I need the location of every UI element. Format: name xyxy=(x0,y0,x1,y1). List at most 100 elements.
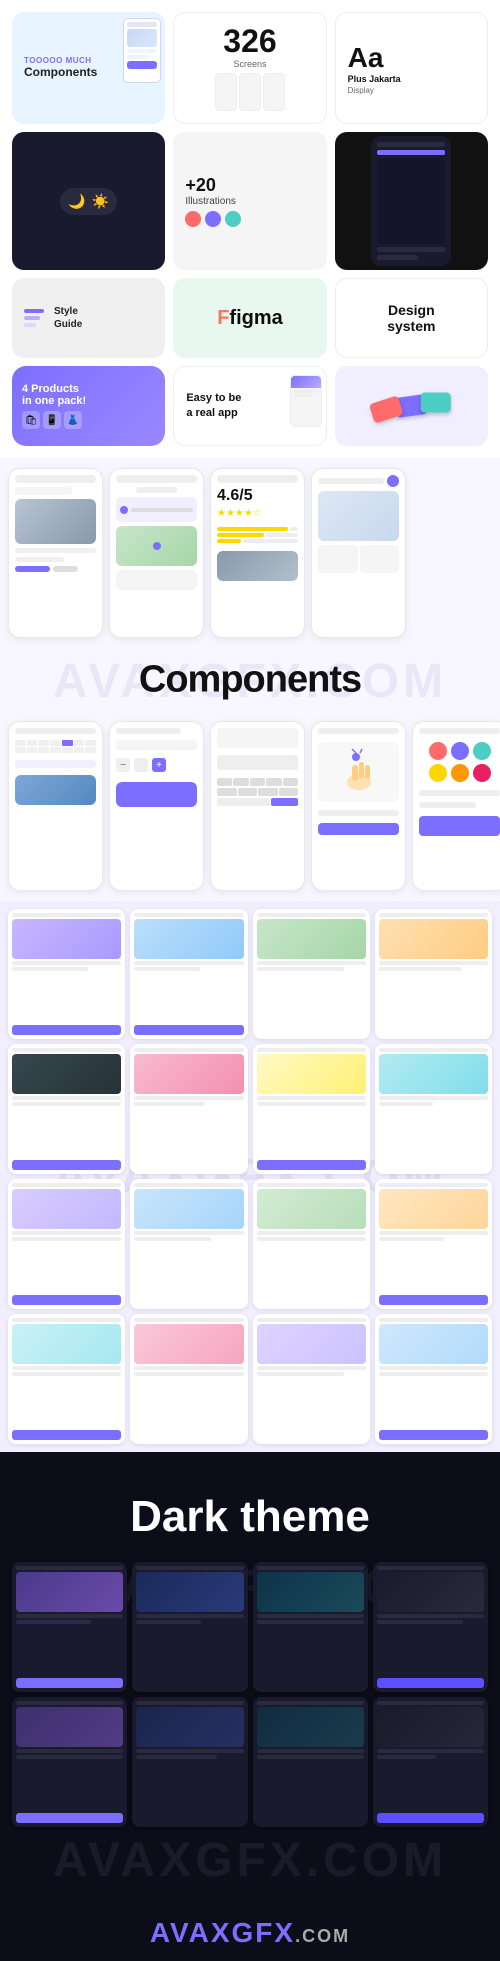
cal-day xyxy=(50,747,61,753)
dp-img xyxy=(16,1707,123,1747)
real-app-card: Easy to bea real app xyxy=(173,366,326,446)
phone-deco xyxy=(263,73,285,111)
sg-bar xyxy=(134,1048,243,1052)
mp-stars: ★★★★☆ xyxy=(217,508,298,519)
sg-bar xyxy=(257,1048,366,1052)
mp-price-disp xyxy=(116,740,197,750)
mp-calendar xyxy=(15,740,96,753)
sg-bar xyxy=(257,1366,366,1370)
avatar-circle xyxy=(429,742,447,760)
sg-bar xyxy=(379,967,461,971)
rb xyxy=(217,539,241,543)
sg-phone-5 xyxy=(8,1044,125,1174)
avatar-circle xyxy=(473,742,491,760)
cal-day xyxy=(85,747,96,753)
dp-bar xyxy=(16,1566,123,1570)
sg-img xyxy=(134,1189,243,1229)
screens-label: Screens xyxy=(233,59,266,69)
dp-bar xyxy=(377,1701,484,1705)
dp-bar xyxy=(377,142,445,147)
dp-bar xyxy=(16,1620,91,1624)
sg-bar xyxy=(257,1102,366,1106)
dp-bar xyxy=(257,1620,364,1624)
sg-phone-12 xyxy=(375,1179,492,1309)
kb-key[interactable] xyxy=(279,788,299,796)
kb-key[interactable] xyxy=(266,778,281,786)
kb-key[interactable] xyxy=(283,778,298,786)
dp-bar xyxy=(377,255,418,260)
dp-accent-bar xyxy=(377,150,445,155)
kb-key[interactable] xyxy=(238,788,258,796)
mp-address-line xyxy=(131,508,193,512)
style-guide-label: StyleGuide xyxy=(54,305,82,331)
dp-img xyxy=(136,1572,243,1612)
cal-day xyxy=(62,747,73,753)
sg-bar xyxy=(379,1231,488,1235)
mp-cal-header xyxy=(15,728,96,734)
deco-btn xyxy=(127,61,157,69)
illustrations-plus: +20 xyxy=(185,175,314,196)
dark-phone-mockup xyxy=(371,136,451,266)
figma-icon: Ffigma xyxy=(217,307,283,330)
sg-phone-10 xyxy=(130,1179,247,1309)
cal-day xyxy=(74,740,85,746)
mock-phone-illus xyxy=(311,721,406,891)
bottom-screens-strip: − + xyxy=(0,711,500,901)
cards-3d-card xyxy=(335,366,488,446)
dp-bar xyxy=(257,1749,364,1753)
sg-bar xyxy=(134,1096,243,1100)
dp-img xyxy=(377,1572,484,1612)
dp-bar xyxy=(16,1614,123,1618)
mp-price-row xyxy=(15,566,96,572)
kb-send[interactable] xyxy=(271,798,298,806)
font-aa: Aa xyxy=(348,42,475,74)
style-guide-card: StyleGuide xyxy=(12,278,165,358)
sg-phone-3 xyxy=(253,909,370,1039)
mp-dot xyxy=(120,506,128,514)
dark-title-wrapper: Dark theme xyxy=(12,1492,488,1542)
sg-img xyxy=(12,1189,121,1229)
mp-product-img xyxy=(15,499,96,544)
kb-key[interactable] xyxy=(250,778,265,786)
style-line-3 xyxy=(24,323,36,327)
mock-phone-keyboard xyxy=(210,721,305,891)
mp-rating-bars xyxy=(217,527,298,543)
illus-dots xyxy=(185,211,314,227)
cal-day xyxy=(27,740,38,746)
kb-key[interactable] xyxy=(217,778,232,786)
mp-il-btn xyxy=(318,823,399,835)
mp-buy-btn[interactable] xyxy=(116,782,197,807)
qty-minus[interactable]: − xyxy=(116,758,130,772)
font-name: Plus Jakarta xyxy=(348,74,475,84)
mock-phone-calendar xyxy=(8,721,103,891)
rb-rest xyxy=(243,539,298,543)
sg-img xyxy=(379,1324,488,1364)
avax-text-a: AVAX xyxy=(150,1917,232,1948)
feature-grid: Tooooo much Components 326 Screens xyxy=(12,12,488,446)
sg-img xyxy=(134,1324,243,1364)
sg-phone-9 xyxy=(8,1179,125,1309)
kb-key[interactable] xyxy=(217,788,237,796)
mp-line-short xyxy=(15,557,64,562)
mock-phone-favorites xyxy=(412,721,500,891)
sg-phone-7 xyxy=(253,1044,370,1174)
mp-search xyxy=(217,728,298,748)
kb-space[interactable] xyxy=(217,798,270,806)
kb-key[interactable] xyxy=(233,778,248,786)
mp-qty-ctrl: − + xyxy=(116,758,197,772)
cal-day xyxy=(38,747,49,753)
kb-row xyxy=(217,778,298,786)
mock-phone-shop xyxy=(311,468,406,638)
cal-day xyxy=(74,747,85,753)
qty-plus[interactable]: + xyxy=(152,758,166,772)
mp-banner xyxy=(318,491,399,541)
deco-img xyxy=(127,29,157,47)
cal-day xyxy=(85,740,96,746)
dark-phone-8 xyxy=(373,1697,488,1827)
dark-phone-5 xyxy=(12,1697,127,1827)
dark-phone-2 xyxy=(132,1562,247,1692)
kb-key[interactable] xyxy=(258,788,278,796)
sg-bar xyxy=(12,1366,121,1370)
sg-phone-11 xyxy=(253,1179,370,1309)
dot xyxy=(205,211,221,227)
